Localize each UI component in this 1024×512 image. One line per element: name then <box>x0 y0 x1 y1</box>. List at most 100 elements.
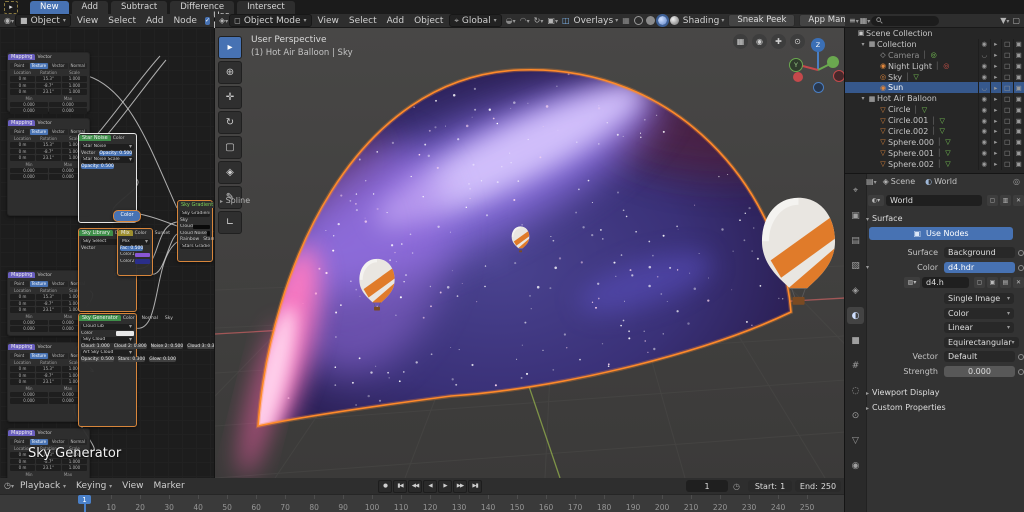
timeline-ruler[interactable]: 1020304050607080901001101201301401501601… <box>0 494 844 512</box>
topbar-tab-intersect[interactable]: Intersect <box>237 1 295 14</box>
surface-section-header[interactable]: ▾Surface <box>866 214 1024 223</box>
properties-tab-view-layer[interactable]: ▧ <box>847 257 864 274</box>
mode-dropdown[interactable]: ◻Object Mode▾ <box>229 14 311 27</box>
timeline-menu-view[interactable]: View <box>117 479 148 494</box>
selectable-icon[interactable]: ▸ <box>990 137 1002 148</box>
outliner-row-circle-002[interactable]: ▽Circle.002│▽◉▸□▣ <box>845 126 1024 137</box>
render-visibility-icon[interactable]: ▣ <box>1013 39 1024 50</box>
editor-type-3dview-icon[interactable]: ◈▾ <box>219 17 228 25</box>
outliner-collection-icon[interactable]: ▦▾ <box>860 17 871 25</box>
outliner-row-circle-001[interactable]: ▽Circle.001│▽◉▸□▣ <box>845 115 1024 126</box>
timeline-menu-marker[interactable]: Marker <box>149 479 190 494</box>
properties-tab-render[interactable]: ▣ <box>847 207 864 224</box>
selectable-icon[interactable]: ▸ <box>990 61 1002 72</box>
render-visibility-icon[interactable]: ▣ <box>1013 104 1024 115</box>
viewport-3d[interactable]: User Perspective (1) Hot Air Balloon | S… <box>215 28 845 478</box>
sky-dome[interactable] <box>215 42 845 477</box>
custom-properties-section[interactable]: ▸Custom Properties <box>866 403 1024 412</box>
end-frame-field[interactable]: End:250 <box>795 480 841 492</box>
expand-arrow[interactable]: ▾ <box>859 95 867 102</box>
proportional-edit-icon[interactable]: ◠▾ <box>520 17 530 25</box>
topbar-tab-add[interactable]: Add <box>72 1 108 14</box>
navigation-gizmo[interactable]: Z Y <box>787 36 845 106</box>
viewport-visibility-icon[interactable]: □ <box>1001 104 1013 115</box>
selectable-icon[interactable]: ▸ <box>990 72 1002 83</box>
transport-play-button[interactable]: ▶ <box>438 480 452 493</box>
hide-icon[interactable]: ◉ <box>978 39 990 50</box>
image-setting-dropdown-color[interactable]: Color▾ <box>944 308 1014 319</box>
decorator-dot[interactable] <box>1018 369 1024 375</box>
viewport-visibility-icon[interactable]: □ <box>1001 39 1013 50</box>
render-visibility-icon[interactable]: ▣ <box>1013 72 1024 83</box>
render-visibility-icon[interactable]: ▣ <box>1013 93 1024 104</box>
image-setting-dropdown-single-image[interactable]: Single Image▾ <box>944 293 1014 304</box>
hide-icon[interactable]: ◡ <box>978 50 990 61</box>
shading-wireframe-icon[interactable] <box>634 16 643 25</box>
selectable-icon[interactable]: ▸ <box>990 148 1002 159</box>
render-visibility-icon[interactable]: ▣ <box>1013 148 1024 159</box>
new-world-button[interactable]: ▢ <box>987 195 998 206</box>
properties-tab-scene[interactable]: ◈ <box>847 282 864 299</box>
shading-solid-icon[interactable] <box>646 16 655 25</box>
render-visibility-icon[interactable]: ▣ <box>1013 115 1024 126</box>
node-pill[interactable]: Color <box>113 210 141 222</box>
outliner-row-circle[interactable]: ▽Circle│▽◉▸□▣ <box>845 104 1024 115</box>
render-visibility-icon[interactable]: ▣ <box>1013 159 1024 170</box>
image-setting-dropdown-linear[interactable]: Linear▾ <box>944 322 1014 333</box>
gizmo-y-neg-axis[interactable]: Y <box>789 58 803 72</box>
unpack-image-button[interactable]: ▤ <box>1000 277 1011 288</box>
node-editor-menu-select[interactable]: Select <box>103 14 141 28</box>
transform-tool[interactable]: ◈ <box>218 161 242 184</box>
timeline-menu-keying[interactable]: Keying ▾ <box>71 479 117 494</box>
viewport-visibility-icon[interactable]: □ <box>1001 159 1013 170</box>
outliner-row-hot-air-balloon[interactable]: ▾▦Hot Air Balloon◉▸□▣ <box>845 93 1024 104</box>
selectable-icon[interactable]: ▸ <box>990 50 1002 61</box>
properties-tab-world[interactable]: ◐ <box>847 307 864 324</box>
filter-funnel-icon[interactable]: ▼▾ <box>1000 17 1009 25</box>
transport-jump-to-end-button[interactable]: ▶▮ <box>468 480 482 493</box>
outliner-row-sun[interactable]: ◉Sun◡▸□▣ <box>845 82 1024 93</box>
viewport-visibility-icon[interactable]: □ <box>1001 50 1013 61</box>
gizmos-dropdown-icon[interactable]: ↻▾ <box>534 17 544 25</box>
viewport-menu-object[interactable]: Object <box>409 14 448 28</box>
viewport-visibility-icon[interactable]: □ <box>1001 82 1013 93</box>
start-frame-field[interactable]: Start:1 <box>748 480 792 492</box>
properties-tab-physics[interactable]: ⊙ <box>847 407 864 424</box>
xray-toggle-icon[interactable]: ▦ <box>622 17 630 25</box>
overlays-dropdown[interactable]: Overlays▾ <box>574 16 619 26</box>
outliner-row-sphere-001[interactable]: ▽Sphere.001│▽◉▸□▣ <box>845 148 1024 159</box>
grid-view-icon[interactable]: ▦ <box>733 34 748 49</box>
viewport-visibility-icon[interactable]: □ <box>1001 148 1013 159</box>
hide-icon[interactable]: ◉ <box>978 72 990 83</box>
selectable-icon[interactable]: ▸ <box>990 82 1002 93</box>
new-image-button[interactable]: ▢ <box>974 277 985 288</box>
transport-jump-to-start-button[interactable]: ▮◀ <box>393 480 407 493</box>
hide-icon[interactable]: ◉ <box>978 115 990 126</box>
render-visibility-icon[interactable]: ▣ <box>1013 82 1024 93</box>
gizmo-z-neg-axis[interactable] <box>813 82 824 93</box>
image-setting-dropdown-equirectangular[interactable]: Equirectangular▾ <box>944 337 1019 348</box>
use-nodes-button[interactable]: ▣ Use Nodes <box>869 227 1013 240</box>
render-visibility-icon[interactable]: ▣ <box>1013 137 1024 148</box>
topbar-tab-subtract[interactable]: Subtract <box>111 1 167 14</box>
outliner-search-input[interactable] <box>871 16 939 26</box>
hide-icon[interactable]: ◉ <box>978 148 990 159</box>
viewport-display-section[interactable]: ▸Viewport Display <box>866 388 1024 397</box>
image-name-field[interactable]: d4.h <box>922 277 969 288</box>
transport-next-keyframe-button[interactable]: ▶▶ <box>453 480 467 493</box>
render-visibility-icon[interactable]: ▣ <box>1013 61 1024 72</box>
scale-tool[interactable]: ▢ <box>218 136 242 159</box>
current-frame-field[interactable]: 1 <box>686 480 728 492</box>
viewport-menu-select[interactable]: Select <box>344 14 382 28</box>
unlink-image-button[interactable]: ✕ <box>1013 277 1024 288</box>
timeline-menu-playback[interactable]: Playback ▾ <box>15 479 71 494</box>
node-mix[interactable]: MixColorMix▾Fac: 0.500Color1Color2 <box>117 228 153 276</box>
visibility-dropdown-icon[interactable]: ▣▾ <box>547 17 558 25</box>
cursor-tool[interactable]: ⊕ <box>218 61 242 84</box>
viewport-visibility-icon[interactable]: □ <box>1001 115 1013 126</box>
node-map1[interactable]: MappingVectorPointTextureVectorNormalLoc… <box>7 52 90 112</box>
overlays-toggle-icon[interactable]: ◫ <box>562 17 570 25</box>
gizmo-x-neg-axis[interactable] <box>833 70 845 82</box>
snap-magnet-icon[interactable]: ◒▾ <box>506 17 516 25</box>
timer-icon[interactable]: ◷ <box>733 482 740 491</box>
